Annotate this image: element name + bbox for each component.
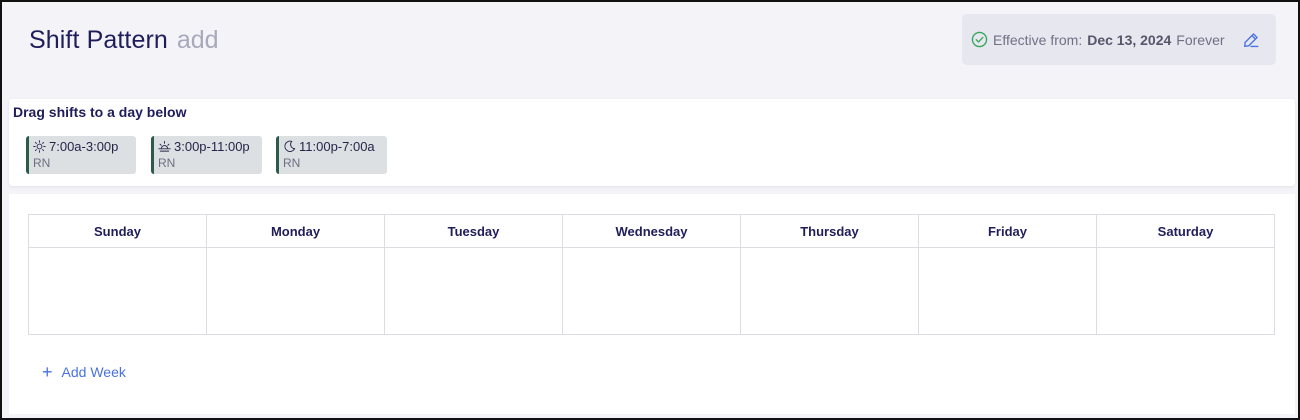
shift-role: RN <box>283 156 301 170</box>
add-week-label: Add Week <box>61 364 126 380</box>
plus-icon: + <box>42 362 53 382</box>
shift-palette: Drag shifts to a day below 7:00a-3:00p R… <box>9 99 1295 186</box>
week-row <box>28 247 1275 335</box>
page-header: Shift Pattern add Effective from: Dec 13… <box>4 4 1298 99</box>
effective-date-box: Effective from: Dec 13, 2024 Forever <box>962 14 1276 65</box>
sunset-icon <box>158 140 171 152</box>
page-title: Shift Pattern <box>29 26 168 54</box>
shift-time: 7:00a-3:00p <box>49 139 119 154</box>
shift-time-row: 11:00p-7:00a <box>283 139 387 154</box>
shift-time-row: 3:00p-11:00p <box>158 139 262 154</box>
day-header-monday: Monday <box>206 214 385 248</box>
shift-role: RN <box>158 156 176 170</box>
day-header-tuesday: Tuesday <box>384 214 563 248</box>
shift-chip-night[interactable]: 11:00p-7:00a RN <box>276 136 387 174</box>
day-header-row: Sunday Monday Tuesday Wednesday Thursday… <box>28 214 1275 248</box>
shift-chip-day[interactable]: 7:00a-3:00p RN <box>26 136 136 174</box>
shift-role: RN <box>33 156 51 170</box>
day-header-wednesday: Wednesday <box>562 214 741 248</box>
day-drop-zone-monday[interactable] <box>206 247 385 335</box>
day-header-thursday: Thursday <box>740 214 919 248</box>
page-title-suffix: add <box>176 26 219 54</box>
effective-label: Effective from: <box>993 31 1083 48</box>
app-frame: Shift Pattern add Effective from: Dec 13… <box>0 0 1300 420</box>
week-grid: Sunday Monday Tuesday Wednesday Thursday… <box>28 214 1275 335</box>
day-drop-zone-wednesday[interactable] <box>562 247 741 335</box>
shift-chip-evening[interactable]: 3:00p-11:00p RN <box>151 136 262 174</box>
day-drop-zone-tuesday[interactable] <box>384 247 563 335</box>
day-drop-zone-thursday[interactable] <box>740 247 919 335</box>
add-week-button[interactable]: + Add Week <box>42 362 126 382</box>
moon-icon <box>284 140 296 152</box>
sun-icon <box>33 140 46 153</box>
day-header-friday: Friday <box>918 214 1097 248</box>
day-drop-zone-friday[interactable] <box>918 247 1097 335</box>
day-drop-zone-sunday[interactable] <box>28 247 207 335</box>
day-drop-zone-saturday[interactable] <box>1096 247 1275 335</box>
title-area: Shift Pattern add <box>29 26 219 55</box>
drag-instructions: Drag shifts to a day below <box>13 104 187 120</box>
week-area: Sunday Monday Tuesday Wednesday Thursday… <box>9 194 1295 414</box>
day-header-sunday: Sunday <box>28 214 207 248</box>
day-header-saturday: Saturday <box>1096 214 1275 248</box>
check-circle-icon <box>971 31 988 48</box>
shift-time: 11:00p-7:00a <box>299 139 375 154</box>
pencil-edit-icon[interactable] <box>1242 31 1260 49</box>
effective-date: Dec 13, 2024 <box>1087 31 1172 48</box>
shift-time-row: 7:00a-3:00p <box>33 139 136 154</box>
shift-time: 3:00p-11:00p <box>174 139 250 154</box>
effective-until: Forever <box>1176 31 1225 48</box>
